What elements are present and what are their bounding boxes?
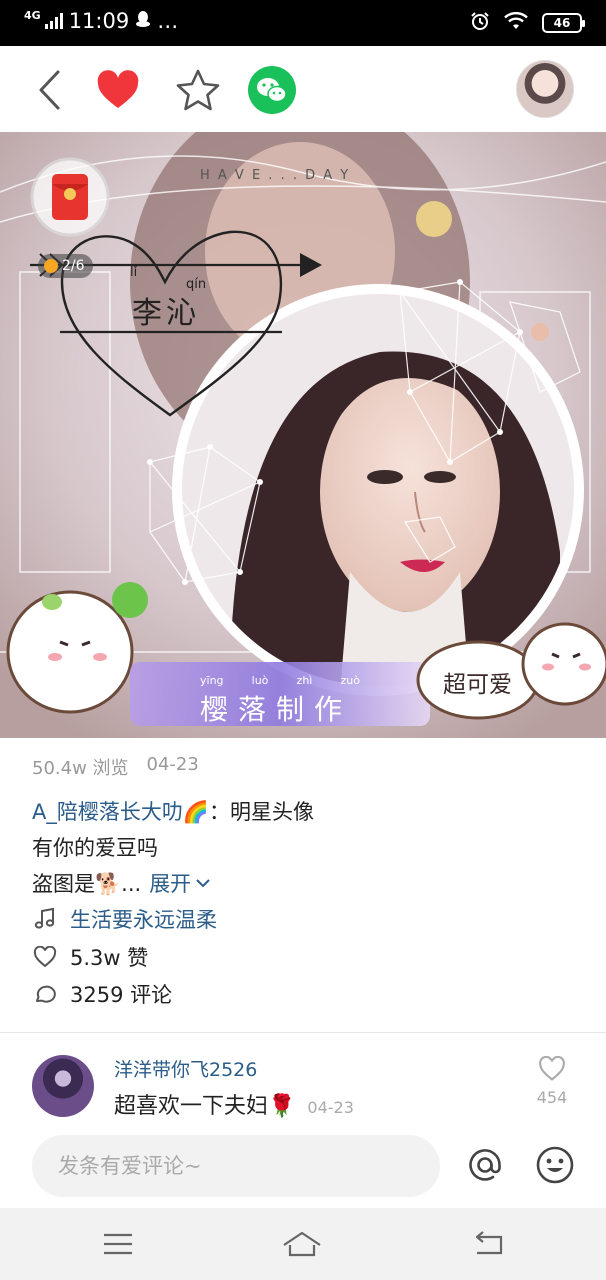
emoji-button[interactable] — [534, 1144, 576, 1186]
wifi-icon — [504, 11, 528, 34]
caption-line-2: 有你的爱豆吗 — [32, 836, 158, 860]
caption-truncated: 盗图是🐕... — [32, 872, 142, 896]
music-row[interactable]: 生活要永远温柔 — [32, 904, 217, 934]
comment-like-count: 454 — [536, 1088, 568, 1107]
music-note-icon — [32, 906, 58, 932]
comments-count: 3259 评论 — [70, 983, 173, 1007]
chevron-down-icon — [196, 879, 210, 888]
page-counter-text: 2/6 — [62, 258, 85, 274]
favorite-button[interactable] — [172, 64, 224, 116]
top-deco-text: H A V E . . . D A Y — [200, 168, 350, 183]
clock: 11:09 — [68, 9, 130, 33]
post-header — [0, 46, 606, 132]
author-name-link[interactable]: A_陪樱落长大叻🌈 — [32, 796, 209, 826]
system-back-button[interactable] — [468, 1226, 508, 1262]
smiley-icon — [536, 1146, 574, 1184]
back-arrow-icon — [39, 70, 60, 110]
expand-button[interactable]: 展开 — [149, 868, 211, 898]
status-left: 4G 11:09 … — [24, 9, 178, 33]
comment-body: 超喜欢一下夫妇🌹 04-23 — [114, 1088, 354, 1120]
banner-text: 樱落制作 — [200, 693, 353, 726]
home-icon — [283, 1231, 321, 1257]
heart-filled-icon — [97, 70, 139, 108]
banner-pinyin: yīng luò zhì zuò — [200, 674, 360, 687]
view-count: 50.4w 浏览 — [32, 758, 129, 779]
post-meta: 50.4w 浏览 04-23 — [32, 754, 199, 780]
wechat-icon — [248, 66, 296, 114]
author-avatar[interactable] — [516, 60, 574, 118]
banner-pinyin-2: luò — [251, 674, 269, 687]
menu-icon — [104, 1233, 132, 1255]
commenter-name[interactable]: 洋洋带你飞2526 — [114, 1055, 257, 1082]
post-category: 明星头像 — [230, 800, 315, 824]
banner-pinyin-1: yīng — [200, 674, 224, 687]
more-notifications: … — [157, 9, 179, 33]
comment-like-button[interactable]: 454 — [532, 1056, 572, 1107]
heart-pinyin-left: lǐ — [130, 265, 138, 280]
post-date: 04-23 — [146, 754, 199, 775]
signal-icon — [44, 13, 63, 29]
like-button[interactable] — [92, 64, 144, 116]
menu-button[interactable] — [98, 1226, 138, 1262]
page-counter-badge: 2/6 — [38, 254, 93, 278]
badge-star-icon — [44, 259, 58, 273]
music-title[interactable]: 生活要永远温柔 — [70, 904, 217, 934]
status-bar: 4G 11:09 … 46 — [0, 0, 606, 46]
mention-button[interactable] — [464, 1144, 506, 1186]
banner-pinyin-3: zhì — [296, 674, 313, 687]
author-colon: ： — [209, 800, 231, 824]
comment-bubble-icon — [32, 981, 58, 1007]
post-image[interactable]: H A V E . . . D A Y 2/6 lǐ qín 李沁 yīng l… — [0, 132, 606, 738]
home-button[interactable] — [282, 1226, 322, 1262]
comment-text: 超喜欢一下夫妇🌹 — [114, 1094, 296, 1119]
sticker-text: 超可爱 — [443, 672, 512, 698]
comments-row[interactable]: 3259 评论 — [32, 979, 172, 1009]
section-divider — [0, 1032, 606, 1033]
battery-icon: 46 — [542, 13, 585, 33]
post-image-art: H A V E . . . D A Y — [0, 132, 606, 738]
comment-bar — [0, 1122, 606, 1208]
banner-pinyin-4: zuò — [340, 674, 360, 687]
likes-count: 5.3w 赞 — [70, 946, 149, 970]
back-button[interactable] — [24, 64, 76, 116]
alarm-icon — [470, 11, 490, 35]
system-nav-bar — [0, 1208, 606, 1280]
expand-label: 展开 — [149, 872, 192, 896]
network-type: 4G — [24, 9, 41, 22]
caption-line-3: 盗图是🐕... 展开 — [32, 868, 211, 898]
qq-icon — [135, 9, 151, 33]
likes-row[interactable]: 5.3w 赞 — [32, 942, 148, 972]
heart-outline-icon — [32, 944, 58, 970]
return-icon — [475, 1231, 503, 1255]
author-line: A_陪樱落长大叻🌈 ： 明星头像 — [32, 796, 314, 826]
comment-heart-icon — [539, 1056, 565, 1081]
comment-input[interactable] — [32, 1135, 440, 1197]
wechat-share-button[interactable] — [246, 64, 298, 116]
at-sign-icon — [469, 1149, 501, 1181]
status-right: 46 — [470, 11, 585, 35]
heart-name: 李沁 — [132, 296, 200, 331]
comment-date: 04-23 — [307, 1098, 354, 1117]
star-outline-icon — [176, 69, 220, 111]
commenter-avatar[interactable] — [32, 1055, 94, 1117]
